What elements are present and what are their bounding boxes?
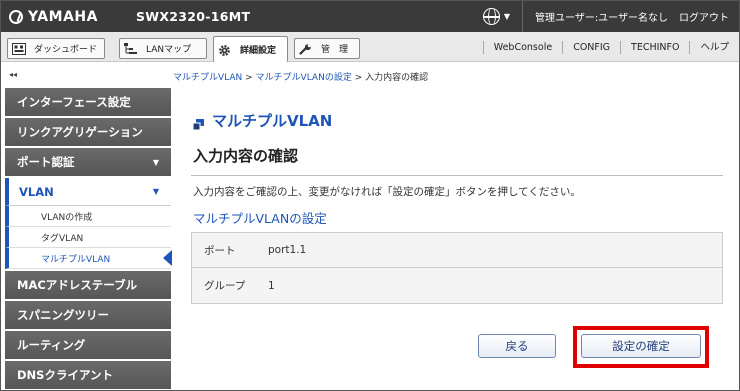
- sidebar-item-dns-client[interactable]: DNSクライアント: [5, 361, 171, 389]
- sidebar-item-label: スパニングツリー: [17, 308, 109, 322]
- sidebar-item-label: リンクアグリゲーション: [17, 125, 143, 139]
- row-value: port1.1: [268, 244, 307, 256]
- breadcrumb-item[interactable]: マルチプルVLANの設定: [256, 73, 352, 83]
- table-row: グループ 1: [192, 268, 722, 303]
- back-button[interactable]: 戻る: [478, 334, 556, 358]
- sidebar-item-label: ポート認証: [17, 155, 75, 169]
- sidebar-item-label: DNSクライアント: [17, 368, 113, 382]
- user-info: 管理ユーザー:ユーザー名なし: [535, 13, 668, 24]
- table-row: ポート port1.1: [192, 233, 722, 268]
- sidebar: インターフェース設定 リンクアグリゲーション ポート認証 ▼ VLAN ▼ VLAN…: [5, 88, 172, 391]
- breadcrumb-item[interactable]: マルチプルVLAN: [173, 73, 242, 83]
- yamaha-tuning-fork-icon: [9, 9, 23, 24]
- row-key: ポート: [204, 244, 236, 257]
- breadcrumb: マルチプルVLAN > マルチプルVLANの設定 > 入力内容の確認: [173, 70, 428, 83]
- management-button[interactable]: 管 理: [294, 38, 360, 59]
- help-link[interactable]: ヘルプ: [689, 40, 739, 54]
- collapse-sidebar-icon[interactable]: ◂◂: [9, 70, 17, 79]
- divider: [191, 175, 723, 176]
- dashboard-button[interactable]: ダッシュボード: [7, 38, 105, 59]
- sidebar-item-interface-settings[interactable]: インターフェース設定: [5, 88, 171, 116]
- sidebar-item-label: ルーティング: [17, 338, 86, 352]
- chevron-down-icon: ▼: [152, 157, 159, 167]
- row-key: グループ: [204, 280, 246, 292]
- sidebar-subitem-multiple-vlan[interactable]: マルチプルVLAN: [5, 248, 172, 269]
- sidebar-item-link-aggregation[interactable]: リンクアグリゲーション: [5, 118, 171, 146]
- yamaha-logo: YAMAHA: [9, 9, 98, 25]
- dashboard-icon: [12, 42, 26, 55]
- section-title: マルチプルVLANの設定: [193, 211, 327, 226]
- top-header: YAMAHA SWX2320-16MT ▼ 管理ユーザー:ユーザー名なし ログア…: [1, 1, 739, 32]
- management-label: 管 理: [321, 45, 349, 55]
- settings-table: ポート port1.1 グループ 1: [191, 232, 723, 304]
- confirm-settings-button[interactable]: 設定の確定: [581, 334, 701, 358]
- dashboard-label: ダッシュボード: [34, 45, 98, 55]
- lanmap-icon: [124, 42, 138, 55]
- logout-link[interactable]: ログアウト: [675, 9, 739, 24]
- sidebar-item-mac-address-table[interactable]: MACアドレステーブル: [5, 271, 171, 299]
- config-link[interactable]: CONFIG: [562, 40, 620, 54]
- breadcrumb-current: 入力内容の確認: [365, 73, 429, 83]
- techinfo-link[interactable]: TECHINFO: [620, 40, 689, 54]
- row-value: 1: [268, 279, 275, 292]
- main-toolbar: ダッシュボード LANマップ 詳細設定 管 理 WebConsole CONFI…: [1, 32, 739, 62]
- language-selector[interactable]: ▼: [471, 1, 524, 32]
- model-name: SWX2320-16MT: [135, 9, 251, 24]
- brand-name: YAMAHA: [28, 8, 98, 25]
- breadcrumb-separator: >: [242, 73, 256, 83]
- sidebar-subitem-vlan-create[interactable]: VLANの作成: [5, 206, 171, 227]
- wrench-icon: [299, 43, 313, 55]
- sidebar-item-label: MACアドレステーブル: [17, 278, 138, 292]
- page-title-text: マルチプルVLAN: [212, 112, 333, 130]
- sidebar-item-routing[interactable]: ルーティング: [5, 331, 171, 359]
- caret-down-icon: ▼: [503, 12, 511, 21]
- lanmap-button[interactable]: LANマップ: [119, 38, 207, 59]
- sidebar-item-label: インターフェース設定: [17, 95, 131, 109]
- instruction-text: 入力内容をご確認の上、変更がなければ「設定の確定」ボタンを押してください。: [193, 186, 581, 198]
- page-title: マルチプルVLAN: [192, 110, 333, 131]
- confirm-heading: 入力内容の確認: [193, 147, 299, 165]
- webconsole-link[interactable]: WebConsole: [482, 40, 562, 54]
- globe-icon: [482, 8, 500, 25]
- breadcrumb-separator: >: [351, 73, 366, 83]
- chevron-down-icon: ▼: [152, 187, 159, 196]
- sidebar-item-port-authentication[interactable]: ポート認証 ▼: [5, 148, 171, 176]
- gear-icon: [218, 44, 232, 56]
- utility-links: WebConsole CONFIG TECHINFO ヘルプ: [482, 32, 739, 62]
- advanced-settings-label: 詳細設定: [240, 46, 277, 56]
- advanced-settings-tab[interactable]: 詳細設定: [213, 36, 288, 62]
- sidebar-item-label: VLAN: [19, 184, 54, 199]
- sidebar-item-vlan[interactable]: VLAN ▼: [5, 178, 171, 206]
- lanmap-label: LANマップ: [146, 45, 192, 55]
- page-title-icon: [192, 116, 204, 130]
- sidebar-item-spanning-tree[interactable]: スパニングツリー: [5, 301, 171, 329]
- sidebar-subitem-tag-vlan[interactable]: タグVLAN: [5, 227, 171, 248]
